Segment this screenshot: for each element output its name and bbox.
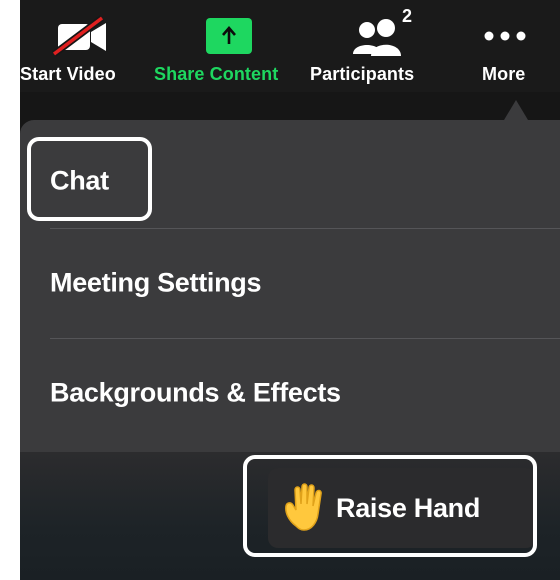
- share-arrow-icon: [206, 18, 252, 54]
- participants-label: Participants: [310, 64, 415, 84]
- menu-divider: [50, 228, 560, 229]
- raise-hand-highlight-box: [243, 455, 537, 557]
- more-button[interactable]: More: [474, 0, 544, 92]
- chat-highlight-box: [27, 137, 152, 221]
- menu-item-meeting-settings[interactable]: Meeting Settings: [20, 230, 560, 336]
- menu-divider: [50, 338, 560, 339]
- start-video-button[interactable]: Start Video: [20, 0, 154, 92]
- menu-item-label: Backgrounds & Effects: [50, 377, 341, 408]
- menu-item-label: Meeting Settings: [50, 267, 262, 298]
- participants-button[interactable]: Participants: [310, 0, 440, 92]
- ellipsis-icon: [484, 31, 526, 41]
- start-video-label: Start Video: [20, 64, 116, 84]
- share-content-label: Share Content: [154, 64, 279, 84]
- share-content-button[interactable]: Share Content: [154, 0, 304, 92]
- participant-count-badge: 2: [402, 6, 413, 26]
- video-off-icon: [51, 15, 106, 57]
- more-label: More: [482, 64, 526, 84]
- menu-pointer: [504, 100, 528, 120]
- people-icon: [353, 19, 401, 56]
- menu-item-backgrounds-effects[interactable]: Backgrounds & Effects: [20, 340, 560, 446]
- meeting-toolbar: Start Video Share Content Participants 2: [20, 0, 560, 92]
